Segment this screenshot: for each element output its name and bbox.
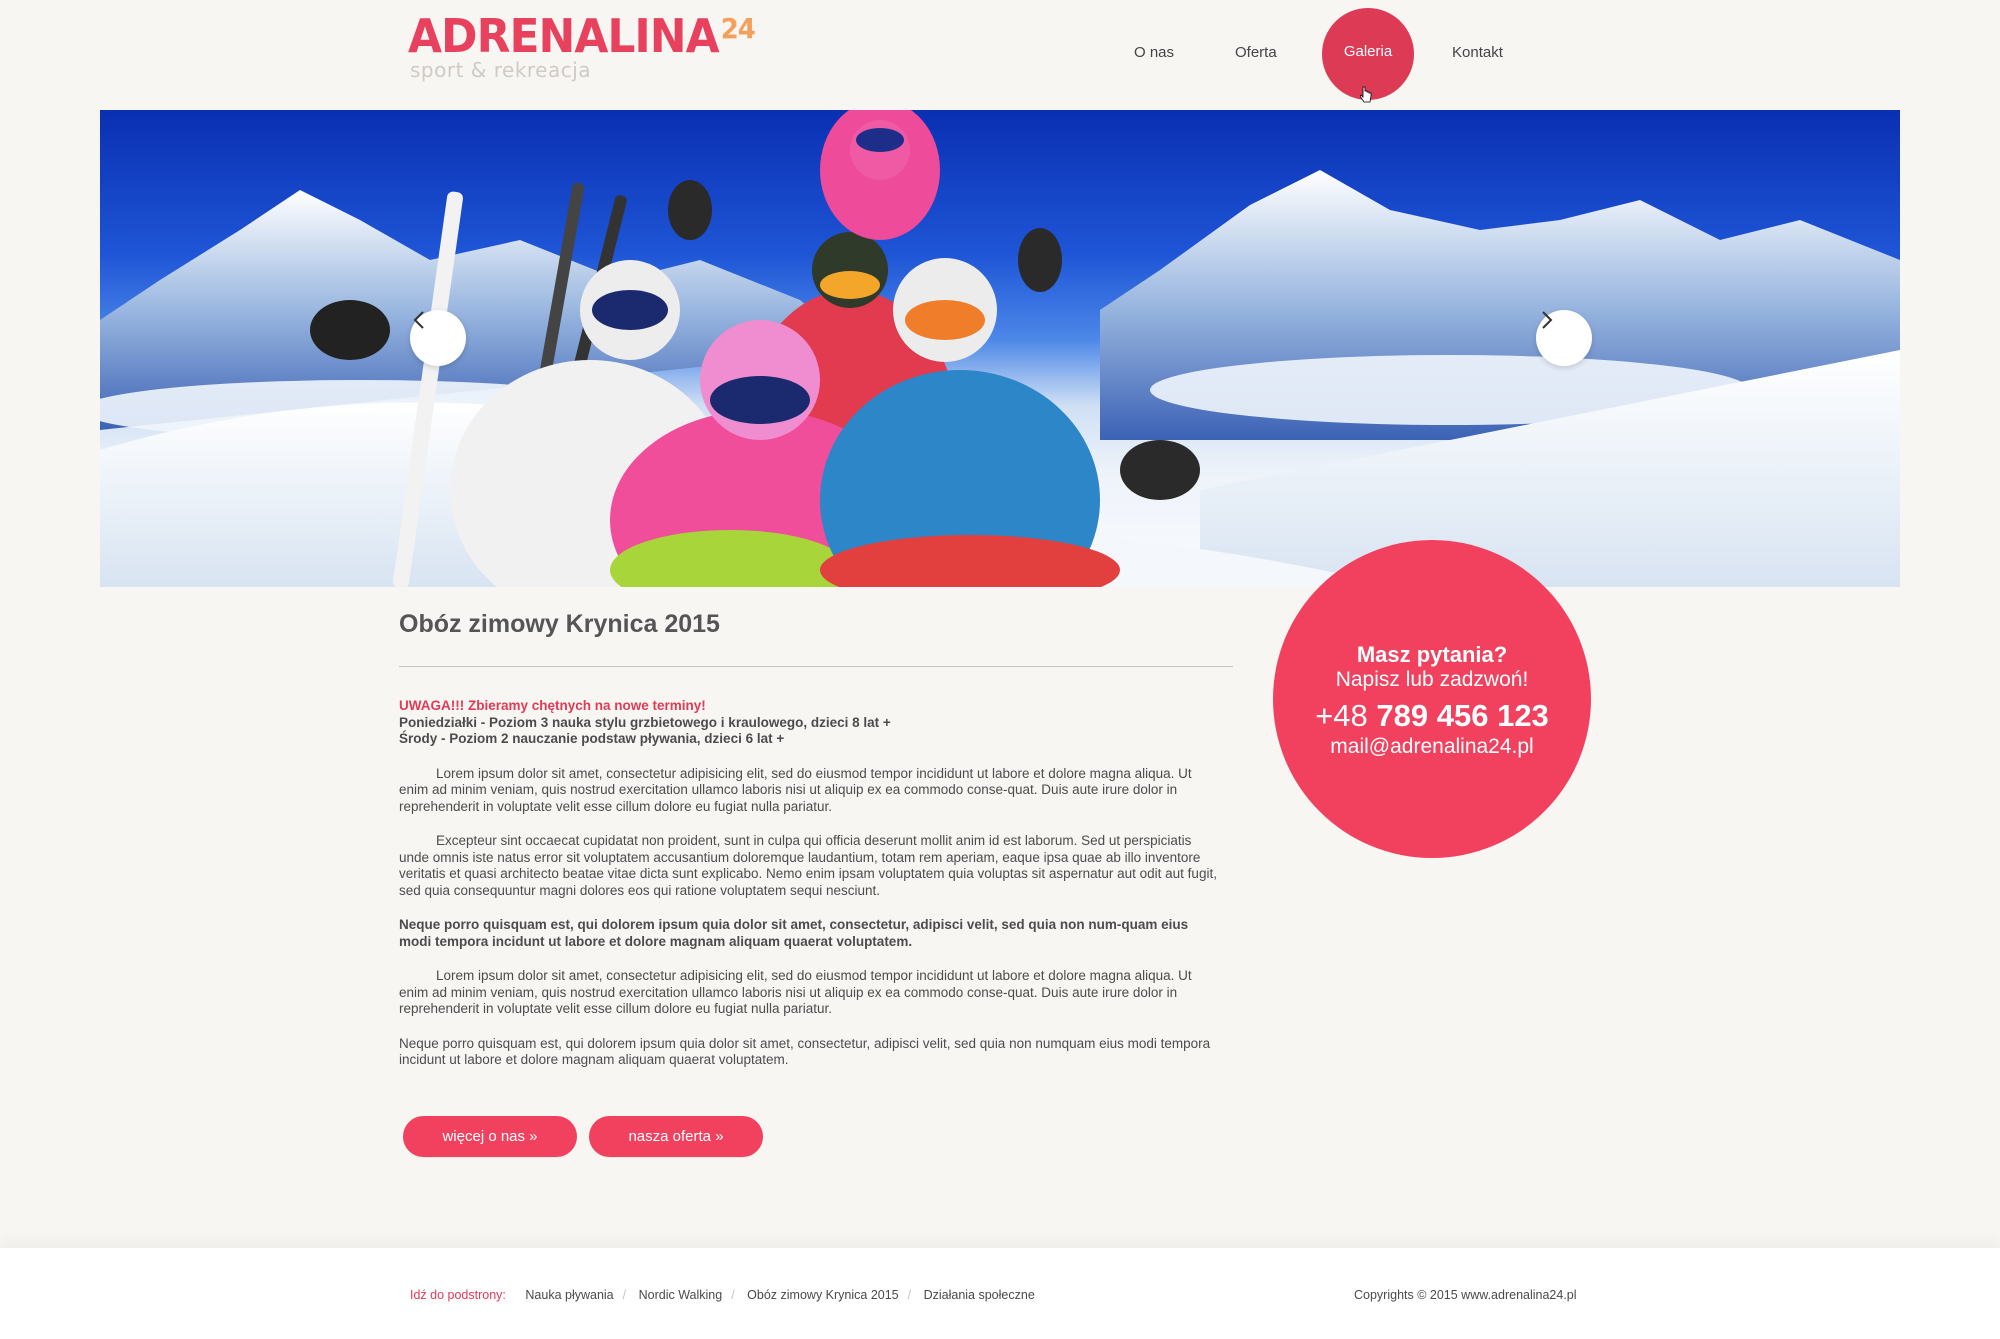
nav-item-oferta[interactable]: Oferta bbox=[1235, 44, 1277, 61]
title-divider bbox=[399, 666, 1233, 667]
footer: Idź do podstrony: Nauka pływania / Nordic… bbox=[0, 1248, 2000, 1339]
page-title: Obóz zimowy Krynica 2015 bbox=[399, 610, 720, 638]
footer-link-oboz[interactable]: Obóz zimowy Krynica 2015 bbox=[747, 1288, 898, 1302]
slider-next-button[interactable] bbox=[1536, 310, 1592, 366]
hero-image bbox=[100, 110, 1900, 587]
paragraph-5: Neque porro quisquam est, qui dolorem ip… bbox=[399, 1035, 1211, 1068]
copyright: Copyrights © 2015 www.adrenalina24.pl bbox=[1354, 1288, 1577, 1302]
schedule-line-1: Poniedziałki - Poziom 3 nauka stylu grzb… bbox=[399, 714, 891, 730]
paragraph-1: Lorem ipsum dolor sit amet, consectetur … bbox=[399, 765, 1192, 814]
schedule-line-2: Środy - Poziom 2 nauczanie podstaw pływa… bbox=[399, 731, 785, 746]
our-offer-button[interactable]: nasza oferta » bbox=[589, 1116, 763, 1157]
hero-slider bbox=[100, 110, 1900, 587]
chevron-left-icon bbox=[413, 311, 424, 329]
paragraph-3: Neque porro quisquam est, qui dolorem ip… bbox=[399, 917, 1189, 949]
warning-text: UWAGA!!! Zbieramy chętnych na nowe termi… bbox=[399, 698, 706, 713]
footer-label: Idź do podstrony: bbox=[410, 1288, 506, 1302]
slider-prev-button[interactable] bbox=[410, 310, 466, 366]
footer-separator: / bbox=[907, 1288, 912, 1302]
main-nav: O nas Oferta Galeria Kontakt bbox=[0, 0, 2000, 110]
article: Obóz zimowy Krynica 2015 UWAGA!!! Zbiera… bbox=[399, 610, 1233, 1067]
nav-item-kontakt[interactable]: Kontakt bbox=[1452, 44, 1503, 61]
paragraph-4: Lorem ipsum dolor sit amet, consectetur … bbox=[399, 968, 1192, 1016]
chevron-right-icon bbox=[1542, 311, 1553, 329]
more-about-button[interactable]: więcej o nas » bbox=[403, 1116, 577, 1157]
footer-link-nordic[interactable]: Nordic Walking bbox=[639, 1288, 723, 1302]
footer-separator: / bbox=[622, 1288, 627, 1302]
paragraph-2: Excepteur sint occaecat cupidatat non pr… bbox=[399, 833, 1217, 898]
contact-phone[interactable]: +48 789 456 123 bbox=[1273, 698, 1591, 734]
nav-item-o-nas[interactable]: O nas bbox=[1134, 44, 1174, 61]
article-body: UWAGA!!! Zbieramy chętnych na nowe termi… bbox=[399, 698, 1219, 1069]
hand-cursor-icon bbox=[1360, 86, 1372, 103]
contact-subline: Napisz lub zadzwoń! bbox=[1335, 668, 1529, 691]
phone-number: 789 456 123 bbox=[1376, 698, 1549, 733]
footer-separator: / bbox=[731, 1288, 735, 1302]
contact-question: Masz pytania? bbox=[1356, 642, 1508, 667]
footer-link-dzialania[interactable]: Działania społeczne bbox=[924, 1288, 1035, 1302]
contact-email[interactable]: mail@adrenalina24.pl bbox=[1273, 735, 1591, 759]
footer-links: Idź do podstrony: Nauka pływania / Nordic… bbox=[410, 1288, 1044, 1302]
phone-prefix: +48 bbox=[1315, 698, 1368, 733]
contact-circle: Masz pytania? Napisz lub zadzwoń! +48 78… bbox=[1273, 540, 1591, 858]
header: ADRENALINA24 sport & rekreacja O nas Ofe… bbox=[0, 0, 2000, 110]
footer-link-nauka[interactable]: Nauka pływania bbox=[525, 1288, 613, 1302]
